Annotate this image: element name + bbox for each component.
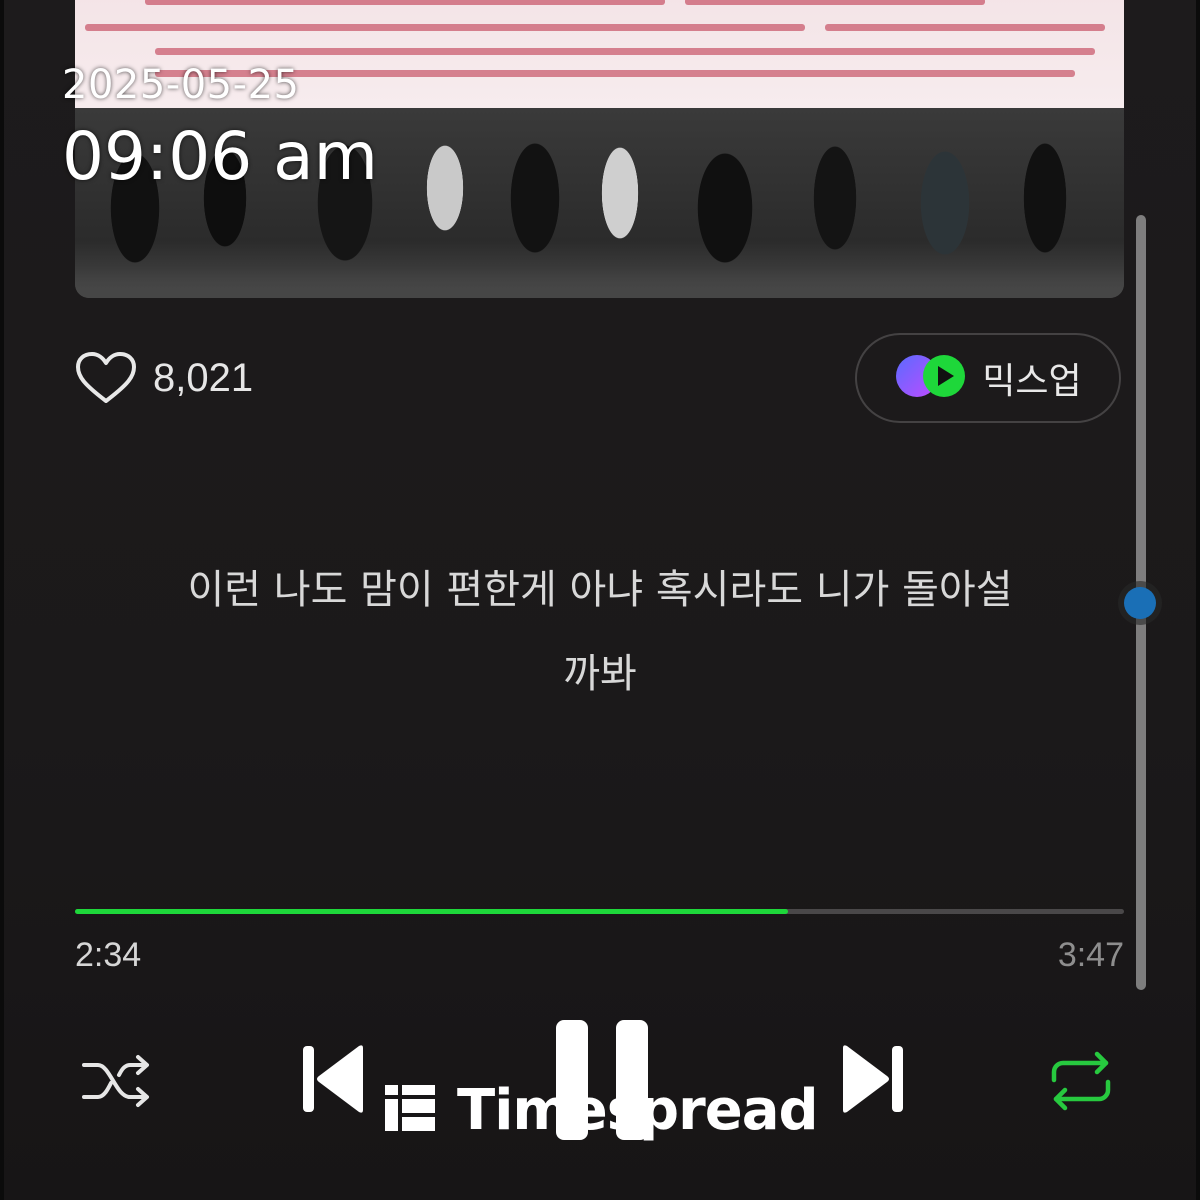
music-player-screen: 2025-05-25 09:06 am 8,021 믹스업 이런 나도 맘이 편… [0,0,1200,1200]
progress-bar[interactable] [75,909,1124,914]
overlay-date: 2025-05-25 [62,62,300,108]
lyric-text: 이런 나도 맘이 편한게 아냐 혹시라도 니가 돌아설 까봐 [110,548,1090,716]
heart-outline-icon[interactable] [75,351,137,405]
skip-previous-icon [301,1042,367,1120]
total-time: 3:47 [1057,936,1124,974]
shuffle-button[interactable] [78,1050,156,1116]
like-count: 8,021 [153,355,254,400]
mixup-label: 믹스업 [982,361,1082,402]
banner-text-line [685,0,985,5]
progress-fill [75,909,789,914]
banner-text-line [825,24,1105,31]
lyric-line: 이런 나도 맘이 편한게 아냐 혹시라도 니가 돌아설 [187,567,1013,613]
watermark: Timespread [385,1077,819,1143]
mixup-button[interactable]: 믹스업 [855,333,1121,423]
banner-text-line [155,48,1095,55]
repeat-button[interactable] [1044,1050,1118,1116]
shuffle-icon [80,1051,154,1115]
repeat-icon [1046,1050,1116,1116]
album-fade [75,268,1124,298]
scroll-thumb[interactable] [1124,587,1156,619]
next-button[interactable] [834,1040,910,1122]
previous-button[interactable] [296,1040,372,1122]
watermark-text: Timespread [457,1077,819,1143]
like-row: 8,021 [75,348,253,408]
overlay-time: 09:06 am [62,118,378,195]
mixup-logo-icon [894,353,968,403]
banner-text-line [85,24,805,31]
skip-next-icon [839,1042,905,1120]
elapsed-time: 2:34 [75,936,142,974]
banner-text-line [145,0,665,5]
lyric-line: 까봐 [563,651,637,697]
timespread-logo-icon [385,1083,435,1137]
